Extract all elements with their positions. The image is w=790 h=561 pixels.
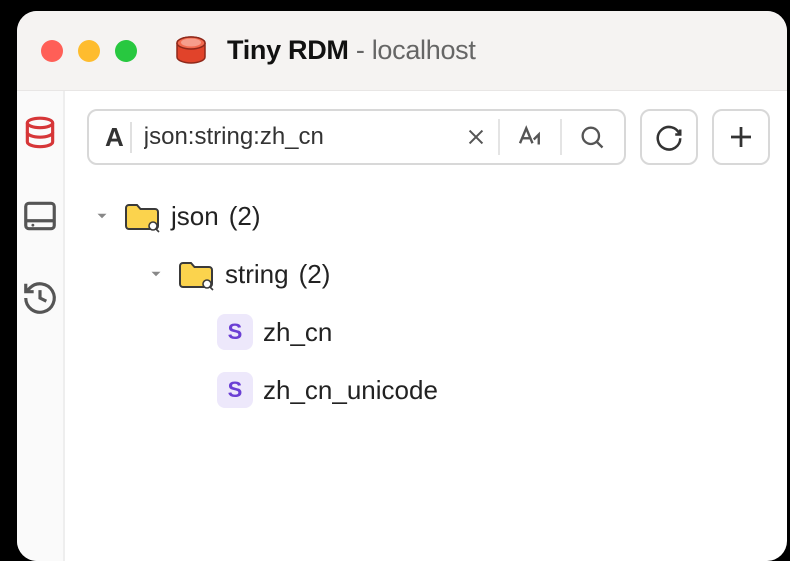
search-icon [578, 123, 606, 151]
tree-node-count: (2) [229, 201, 261, 232]
history-icon [21, 279, 59, 317]
window-subtitle: - localhost [356, 35, 476, 65]
match-case-button[interactable] [508, 115, 552, 159]
search-button[interactable] [570, 115, 614, 159]
chevron-down-icon[interactable] [145, 263, 167, 285]
sidebar-item-database[interactable] [17, 111, 63, 157]
window-minimize-button[interactable] [78, 40, 100, 62]
tree-key[interactable]: S zh_cn_unicode [87, 361, 770, 419]
tree-node-label: zh_cn_unicode [263, 375, 438, 406]
plus-icon [726, 122, 756, 152]
refresh-button[interactable] [640, 109, 698, 165]
storage-icon [21, 197, 59, 235]
app-window: Tiny RDM - localhost [17, 11, 787, 561]
database-icon [21, 115, 59, 153]
divider [498, 119, 500, 155]
tree-node-label: json [171, 201, 219, 232]
window-close-button[interactable] [41, 40, 63, 62]
titlebar: Tiny RDM - localhost [17, 11, 787, 91]
app-name: Tiny RDM [227, 35, 349, 65]
sidebar [17, 91, 65, 561]
window-maximize-button[interactable] [115, 40, 137, 62]
search-input[interactable] [144, 123, 454, 151]
close-icon [465, 126, 487, 148]
tree-node-count: (2) [299, 259, 331, 290]
clear-search-button[interactable] [462, 123, 490, 151]
tree-node-label: string [225, 259, 289, 290]
folder-icon [177, 257, 215, 291]
tree-folder[interactable]: string (2) [87, 245, 770, 303]
sidebar-item-storage[interactable] [17, 193, 63, 239]
sidebar-item-history[interactable] [17, 275, 63, 321]
divider [560, 119, 562, 155]
chevron-down-icon[interactable] [91, 205, 113, 227]
search-mode-label[interactable]: A [99, 122, 132, 153]
tree-key[interactable]: S zh_cn [87, 303, 770, 361]
refresh-icon [654, 122, 684, 152]
folder-icon [123, 199, 161, 233]
tree-node-label: zh_cn [263, 317, 332, 348]
string-type-badge: S [217, 372, 253, 408]
search-box[interactable]: A [87, 109, 626, 165]
app-icon [173, 33, 209, 69]
traffic-lights [41, 40, 137, 62]
main-panel: A [65, 91, 787, 561]
string-type-badge: S [217, 314, 253, 350]
toolbar: A [87, 109, 770, 165]
key-tree: json (2) string (2) [87, 187, 770, 419]
body-area: A [17, 91, 787, 561]
window-title: Tiny RDM - localhost [227, 35, 476, 66]
tree-folder[interactable]: json (2) [87, 187, 770, 245]
match-case-icon [515, 122, 545, 152]
add-button[interactable] [712, 109, 770, 165]
